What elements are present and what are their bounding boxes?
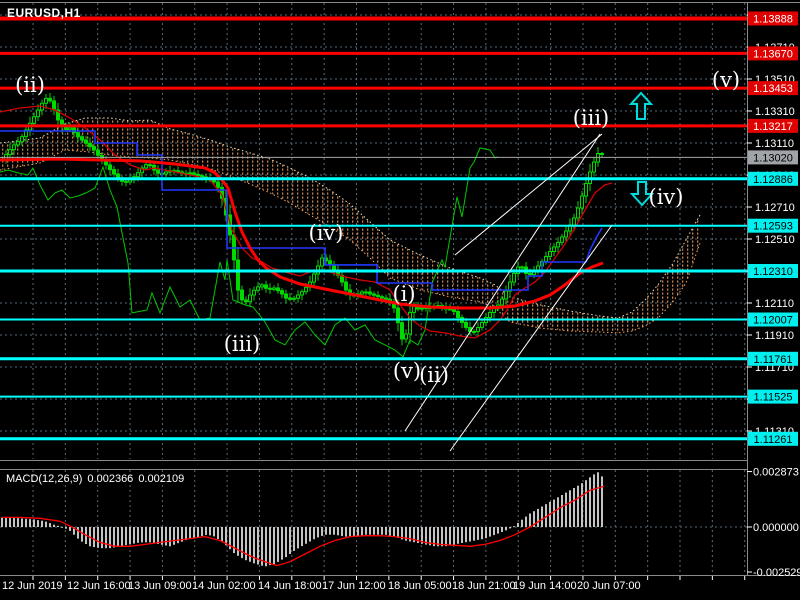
time-tick-label: 14 Jun 18:00 <box>258 580 322 592</box>
svg-text:1.11525: 1.11525 <box>754 392 793 404</box>
price-tick-label: 1.13310 <box>755 106 795 118</box>
time-tick-label: 13 Jun 09:00 <box>128 580 192 592</box>
svg-text:1.13453: 1.13453 <box>753 83 793 95</box>
price-badge: 1.13453 <box>748 81 798 96</box>
time-tick-label: 17 Jun 12:00 <box>322 580 386 592</box>
price-badge: 1.13670 <box>748 46 798 61</box>
wave-label[interactable]: (v) <box>712 68 740 92</box>
chart-symbol-title: EURUSD,H1 <box>7 6 81 20</box>
svg-text:1.12310: 1.12310 <box>753 266 793 278</box>
macd-indicator-label: MACD(12,26,9) 0.002366 0.002109 <box>6 473 189 485</box>
wave-label[interactable]: (i) <box>392 282 415 306</box>
wave-label[interactable]: (ii) <box>419 363 449 387</box>
time-tick-label: 12 Jun 2019 <box>2 580 63 592</box>
svg-text:1.13888: 1.13888 <box>753 14 793 26</box>
price-badge: 1.13217 <box>748 118 798 133</box>
wave-label[interactable]: (iii) <box>573 106 610 130</box>
time-tick-label: 19 Jun 14:00 <box>513 580 577 592</box>
price-badge: 1.11525 <box>748 389 798 404</box>
price-badge: 1.12310 <box>748 264 798 278</box>
price-tick-label: 1.12710 <box>755 202 795 214</box>
macd-tick-label: 0.002873 <box>753 467 799 479</box>
macd-signal-value: 0.002109 <box>138 473 185 485</box>
price-tick-label: 1.13110 <box>755 138 794 150</box>
price-badge: 1.13020 <box>748 150 798 165</box>
price-tick-label: 1.12510 <box>755 234 795 246</box>
price-badge: 1.12886 <box>748 171 798 186</box>
mt4-chart-window: (ii)(iii)(iv)(i)(v)(ii)(iii)(iv)(v)1.139… <box>0 0 800 600</box>
price-tick-label: 1.11910 <box>755 330 794 342</box>
price-badge: 1.13888 <box>748 11 798 26</box>
svg-text:1.11761: 1.11761 <box>754 354 793 366</box>
macd-name: MACD(12,26,9) <box>6 473 83 485</box>
macd-main-value: 0.002366 <box>87 473 134 485</box>
price-badge: 1.12007 <box>748 312 798 327</box>
time-tick-label: 18 Jun 05:00 <box>388 580 452 592</box>
svg-text:1.12007: 1.12007 <box>753 315 793 327</box>
price-tick-label: 1.12110 <box>755 298 794 310</box>
time-tick-label: 20 Jun 07:00 <box>577 580 641 592</box>
svg-text:1.12593: 1.12593 <box>753 221 793 233</box>
svg-text:1.13217: 1.13217 <box>753 121 793 133</box>
wave-label[interactable]: (iv) <box>309 221 344 245</box>
wave-label[interactable]: (v) <box>393 359 421 383</box>
time-tick-label: 14 Jun 02:00 <box>192 580 256 592</box>
chart-canvas[interactable]: (ii)(iii)(iv)(i)(v)(ii)(iii)(iv)(v)1.139… <box>0 0 800 600</box>
macd-tick-label: 0.000000 <box>753 522 799 534</box>
price-badge: 1.12593 <box>748 218 798 233</box>
svg-text:1.12886: 1.12886 <box>753 174 793 186</box>
wave-label[interactable]: (iii) <box>224 332 261 356</box>
price-badge: 1.11261 <box>748 431 798 446</box>
price-badge: 1.11761 <box>748 351 798 366</box>
svg-text:1.11261: 1.11261 <box>754 434 793 446</box>
wave-label[interactable]: (iv) <box>649 185 684 209</box>
time-tick-label: 18 Jun 21:00 <box>452 580 516 592</box>
macd-tick-label: -0.002529 <box>753 567 800 579</box>
svg-text:1.13020: 1.13020 <box>753 152 793 164</box>
wave-label[interactable]: (ii) <box>15 73 45 97</box>
time-tick-label: 12 Jun 16:00 <box>67 580 131 592</box>
svg-text:1.13670: 1.13670 <box>753 48 793 60</box>
